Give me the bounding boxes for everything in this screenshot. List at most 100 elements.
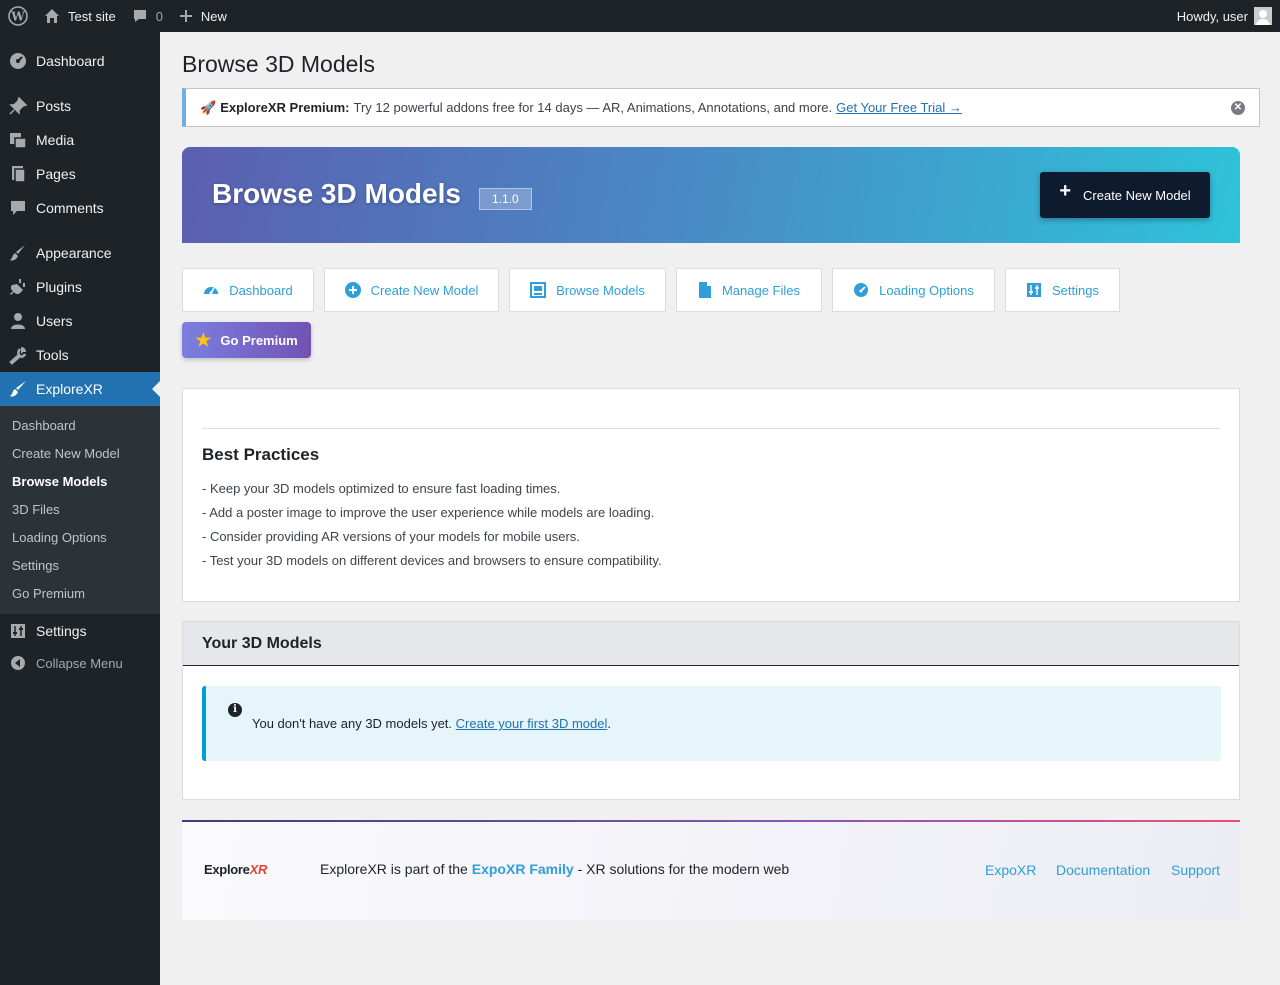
star-icon: ★ bbox=[195, 329, 212, 350]
sidebar-item-dashboard[interactable]: Dashboard bbox=[0, 44, 160, 78]
models-card-title: Your 3D Models bbox=[202, 635, 322, 652]
footer-tagline: ExploreXR is part of the ExpoXR Family -… bbox=[320, 861, 789, 877]
sidebar-item-media[interactable]: Media bbox=[0, 123, 160, 157]
collapse-menu-label: Collapse Menu bbox=[36, 655, 123, 671]
go-premium-label: Go Premium bbox=[220, 332, 298, 348]
sidebar-item-comments[interactable]: Comments bbox=[0, 191, 160, 225]
account-menu[interactable]: Howdy, user bbox=[1169, 0, 1280, 32]
site-name-link[interactable]: Test site bbox=[36, 0, 124, 32]
nav-label: Loading Options bbox=[879, 282, 974, 298]
submenu-3d-files[interactable]: 3D Files bbox=[12, 502, 60, 517]
sidebar-item-label: Plugins bbox=[36, 279, 82, 295]
comments-link[interactable]: 0 bbox=[124, 0, 171, 32]
paintbrush-icon bbox=[0, 243, 36, 263]
best-practices-title: Best Practices bbox=[202, 445, 320, 464]
free-trial-link[interactable]: Get Your Free Trial → bbox=[836, 100, 962, 115]
logo-xr: XR bbox=[249, 862, 268, 877]
sidebar-item-users[interactable]: Users bbox=[0, 304, 160, 338]
comment-bubble-icon bbox=[0, 198, 36, 218]
empty-state-notice: i You don't have any 3D models yet. Crea… bbox=[202, 686, 1221, 761]
settings-sliders-icon bbox=[1026, 282, 1042, 298]
submenu-loading-options[interactable]: Loading Options bbox=[12, 530, 107, 545]
new-content-link[interactable]: New bbox=[171, 0, 235, 32]
brush-icon bbox=[0, 379, 36, 399]
list-item: - Add a poster image to improve the user… bbox=[202, 505, 655, 520]
sidebar-item-appearance[interactable]: Appearance bbox=[0, 236, 160, 270]
sidebar-item-label: Media bbox=[36, 132, 75, 148]
sidebar-item-pages[interactable]: Pages bbox=[0, 157, 160, 191]
empty-state-message: You don't have any 3D models yet. bbox=[252, 716, 453, 731]
media-icon bbox=[0, 130, 36, 150]
comments-count: 0 bbox=[155, 8, 163, 24]
expoxr-family-link[interactable]: ExpoXR Family bbox=[472, 861, 574, 877]
notice-text: Try 12 powerful addons free for 14 days … bbox=[353, 100, 833, 115]
nav-label: Create New Model bbox=[370, 282, 479, 298]
nav-manage-files-button[interactable]: Manage Files bbox=[676, 268, 822, 312]
go-premium-button[interactable]: ★ Go Premium bbox=[182, 322, 311, 358]
plug-icon bbox=[0, 277, 36, 297]
explorexr-logo: ExploreXR bbox=[204, 862, 267, 877]
settings-sliders-icon bbox=[0, 621, 36, 641]
dashboard-gauge-icon bbox=[0, 51, 36, 71]
models-card-header: Your 3D Models bbox=[183, 622, 1239, 666]
footer-link-support[interactable]: Support bbox=[1171, 862, 1220, 878]
info-icon: i bbox=[228, 703, 242, 717]
user-icon bbox=[0, 311, 36, 331]
hero-title: Browse 3D Models bbox=[212, 178, 461, 209]
plus-icon bbox=[179, 9, 193, 23]
gauge-icon bbox=[203, 282, 219, 298]
empty-state-period: . bbox=[607, 716, 612, 731]
tagline-post: - XR solutions for the modern web bbox=[577, 861, 790, 877]
explorexr-submenu: Dashboard Create New Model Browse Models… bbox=[0, 406, 160, 614]
your-models-card: Your 3D Models i You don't have any 3D m… bbox=[182, 621, 1240, 800]
nav-label: Manage Files bbox=[721, 282, 801, 298]
nav-label: Settings bbox=[1052, 282, 1099, 298]
nav-label: Dashboard bbox=[229, 282, 293, 298]
sidebar-item-label: Appearance bbox=[36, 245, 112, 261]
create-new-model-label: Create New Model bbox=[1083, 187, 1191, 203]
pushpin-icon bbox=[0, 96, 36, 116]
page-title: Browse 3D Models bbox=[182, 51, 376, 77]
home-icon bbox=[44, 8, 60, 24]
sidebar-item-label: Settings bbox=[36, 623, 87, 639]
best-practices-card: Best Practices - Keep your 3D models opt… bbox=[182, 388, 1240, 602]
wrench-icon bbox=[0, 345, 36, 365]
dismiss-icon[interactable]: ✕ bbox=[1231, 101, 1245, 115]
collapse-arrow-icon bbox=[0, 655, 36, 671]
footer-link-documentation[interactable]: Documentation bbox=[1056, 862, 1150, 878]
sidebar-item-posts[interactable]: Posts bbox=[0, 89, 160, 123]
create-first-model-link[interactable]: Create your first 3D model bbox=[456, 716, 608, 731]
sidebar-item-tools[interactable]: Tools bbox=[0, 338, 160, 372]
greeting: Howdy, user bbox=[1176, 8, 1248, 24]
empty-state-text: You don't have any 3D models yet. Create… bbox=[252, 716, 611, 731]
list-item: - Test your 3D models on different devic… bbox=[202, 553, 662, 568]
footer-accent-bar bbox=[182, 820, 1240, 822]
sidebar-item-settings[interactable]: Settings bbox=[0, 614, 160, 648]
submenu-create-new-model[interactable]: Create New Model bbox=[12, 446, 120, 461]
sidebar-item-explorexr[interactable]: ExploreXR bbox=[0, 372, 160, 406]
nav-create-new-model-button[interactable]: Create New Model bbox=[324, 268, 499, 312]
version-badge: 1.1.0 bbox=[479, 188, 532, 210]
nav-settings-button[interactable]: Settings bbox=[1005, 268, 1120, 312]
admin-sidebar: Dashboard Posts Media Pages Comments App… bbox=[0, 32, 160, 985]
create-new-model-button[interactable]: + Create New Model bbox=[1040, 172, 1210, 218]
submenu-dashboard[interactable]: Dashboard bbox=[12, 418, 76, 433]
nav-browse-models-button[interactable]: Browse Models bbox=[509, 268, 666, 312]
hero-banner: Browse 3D Models 1.1.0 + Create New Mode… bbox=[182, 147, 1240, 243]
submenu-browse-models[interactable]: Browse Models bbox=[12, 474, 107, 489]
submenu-go-premium[interactable]: Go Premium bbox=[12, 586, 85, 601]
collapse-menu-button[interactable]: Collapse Menu bbox=[0, 652, 160, 674]
sidebar-item-label: ExploreXR bbox=[36, 381, 103, 397]
notice-bold-label: ExploreXR Premium: bbox=[220, 100, 350, 115]
submenu-settings[interactable]: Settings bbox=[12, 558, 59, 573]
sidebar-item-plugins[interactable]: Plugins bbox=[0, 270, 160, 304]
wordpress-logo-icon[interactable]: W bbox=[0, 0, 36, 32]
logo-main: Explore bbox=[204, 862, 250, 877]
sidebar-item-label: Posts bbox=[36, 98, 72, 114]
footer-link-expoxr[interactable]: ExpoXR bbox=[985, 862, 1036, 878]
nav-dashboard-button[interactable]: Dashboard bbox=[182, 268, 314, 312]
comment-bubble-icon bbox=[132, 8, 148, 24]
nav-loading-options-button[interactable]: Loading Options bbox=[832, 268, 995, 312]
plus-circle-icon bbox=[344, 282, 361, 298]
premium-notice: 🚀 ExploreXR Premium: Try 12 powerful add… bbox=[182, 88, 1260, 127]
